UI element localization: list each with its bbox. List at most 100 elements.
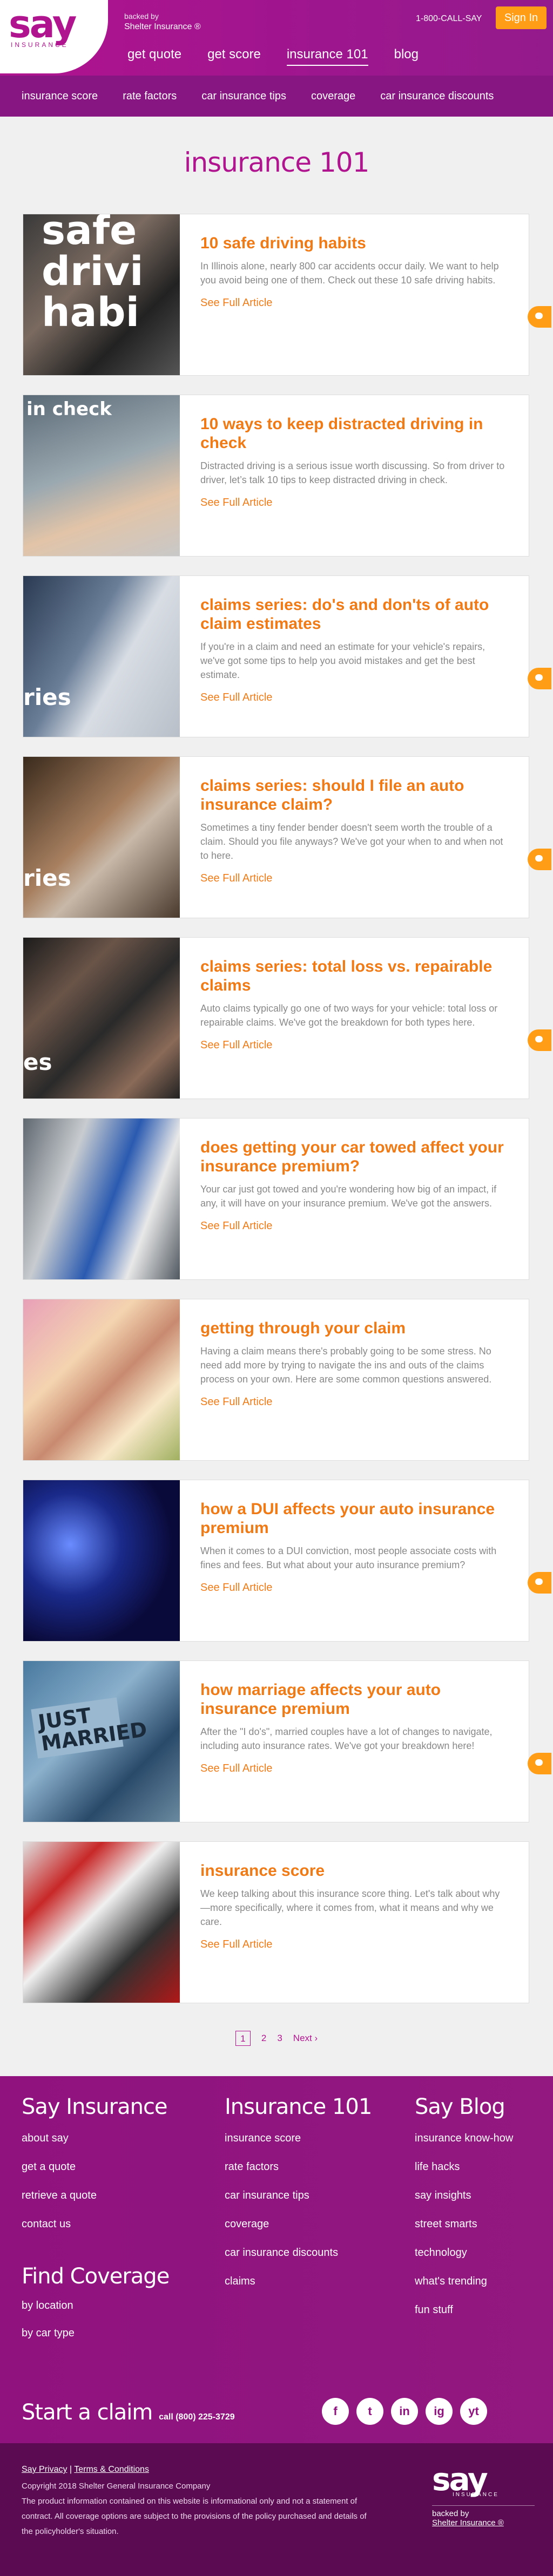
footer-link[interactable]: retrieve a quote bbox=[22, 2188, 167, 2202]
subnav-rate-factors[interactable]: rate factors bbox=[123, 90, 177, 103]
footer-link[interactable]: get a quote bbox=[22, 2160, 167, 2174]
page-1-link[interactable]: 1 bbox=[235, 2031, 251, 2046]
chat-icon[interactable] bbox=[528, 1572, 551, 1594]
claim-phone[interactable]: call (800) 225-3729 bbox=[159, 2412, 235, 2422]
article-card: ries claims series: should I file an aut… bbox=[23, 756, 551, 918]
article-title[interactable]: claims series: do's and don'ts of auto c… bbox=[200, 595, 507, 633]
footer-link[interactable]: say insights bbox=[415, 2188, 513, 2202]
footer-link[interactable]: coverage bbox=[225, 2217, 372, 2231]
page-3-link[interactable]: 3 bbox=[277, 2033, 282, 2044]
footer-link[interactable]: what's trending bbox=[415, 2274, 513, 2288]
footer-link[interactable]: by location bbox=[22, 2300, 169, 2312]
article-title[interactable]: claims series: total loss vs. repairable… bbox=[200, 957, 507, 995]
see-full-article-link[interactable]: See Full Article bbox=[200, 1039, 272, 1052]
subnav-car-insurance-discounts[interactable]: car insurance discounts bbox=[380, 90, 494, 103]
nav-insurance-101[interactable]: insurance 101 bbox=[286, 46, 368, 66]
article-thumbnail[interactable]: JUST MARRIED bbox=[23, 1661, 180, 1822]
chat-icon[interactable] bbox=[528, 668, 551, 689]
footer-link[interactable]: claims bbox=[225, 2274, 372, 2288]
start-claim: Start a claim call (800) 225-3729 bbox=[22, 2400, 235, 2425]
subnav-car-insurance-tips[interactable]: car insurance tips bbox=[201, 90, 286, 103]
footer-link[interactable]: life hacks bbox=[415, 2160, 513, 2174]
article-description: In Illinois alone, nearly 800 car accide… bbox=[200, 261, 499, 286]
thumbnail-text: safe drivi habi bbox=[42, 214, 144, 336]
nav-get-score[interactable]: get score bbox=[207, 46, 261, 66]
see-full-article-link[interactable]: See Full Article bbox=[200, 1396, 272, 1408]
say-logo[interactable]: say INSURANCE bbox=[0, 0, 108, 73]
article-list: safe drivi habi 10 safe driving habits I… bbox=[0, 214, 553, 2003]
article-title[interactable]: insurance score bbox=[200, 1861, 507, 1880]
article-description: Your car just got towed and you're wonde… bbox=[200, 1184, 497, 1209]
footer-link[interactable]: by car type bbox=[22, 2327, 169, 2340]
footer-col-title: Find Coverage bbox=[22, 2264, 170, 2289]
see-full-article-link[interactable]: See Full Article bbox=[200, 297, 272, 309]
legal-separator: | bbox=[69, 2465, 72, 2474]
article-title[interactable]: how a DUI affects your auto insurance pr… bbox=[200, 1500, 507, 1537]
article-title[interactable]: how marriage affects your auto insurance… bbox=[200, 1680, 507, 1718]
footer-logo-word: say bbox=[432, 2461, 488, 2498]
disclaimer: The product information contained on thi… bbox=[22, 2497, 367, 2536]
sign-in-button[interactable]: Sign In bbox=[496, 6, 547, 29]
footer-col-title: Say Blog bbox=[415, 2094, 505, 2119]
article-thumbnail[interactable]: safe drivi habi bbox=[23, 214, 180, 375]
footer-col-title: Say Insurance bbox=[22, 2094, 168, 2119]
footer-link[interactable]: technology bbox=[415, 2246, 513, 2260]
page-2-link[interactable]: 2 bbox=[261, 2033, 266, 2044]
nav-get-quote[interactable]: get quote bbox=[127, 46, 181, 66]
logo-sub: INSURANCE bbox=[11, 41, 69, 49]
footer-link[interactable]: insurance know-how bbox=[415, 2131, 513, 2145]
article-title[interactable]: claims series: should I file an auto ins… bbox=[200, 776, 507, 814]
article-title[interactable]: 10 ways to keep distracted driving in ch… bbox=[200, 415, 507, 452]
chat-icon[interactable] bbox=[528, 306, 551, 328]
see-full-article-link[interactable]: See Full Article bbox=[200, 872, 272, 885]
privacy-link[interactable]: Say Privacy bbox=[22, 2465, 67, 2474]
chat-icon[interactable] bbox=[528, 1029, 551, 1051]
footer-link[interactable]: about say bbox=[22, 2131, 167, 2145]
footer-link[interactable]: car insurance discounts bbox=[225, 2246, 372, 2260]
phone-link[interactable]: 1-800-CALL-SAY bbox=[416, 14, 482, 24]
twitter-icon[interactable]: t bbox=[356, 2398, 383, 2425]
nav-blog[interactable]: blog bbox=[394, 46, 419, 66]
article-title[interactable]: does getting your car towed affect your … bbox=[200, 1138, 507, 1176]
start-claim-link[interactable]: Start a claim bbox=[22, 2400, 153, 2425]
chat-icon[interactable] bbox=[528, 849, 551, 870]
article-description: After the "I do's", married couples have… bbox=[200, 1726, 493, 1751]
terms-link[interactable]: Terms & Conditions bbox=[74, 2465, 149, 2474]
see-full-article-link[interactable]: See Full Article bbox=[200, 497, 272, 509]
instagram-icon[interactable]: ig bbox=[426, 2398, 453, 2425]
footer-link[interactable]: rate factors bbox=[225, 2160, 372, 2174]
article-thumbnail[interactable]: ries bbox=[23, 757, 180, 918]
article-card: how a DUI affects your auto insurance pr… bbox=[23, 1480, 551, 1642]
subnav-insurance-score[interactable]: insurance score bbox=[22, 90, 98, 103]
footer-link[interactable]: contact us bbox=[22, 2217, 167, 2231]
logo-word: say bbox=[9, 2, 77, 46]
chat-icon[interactable] bbox=[528, 1753, 551, 1774]
youtube-icon[interactable]: yt bbox=[460, 2398, 487, 2425]
footer-link[interactable]: car insurance tips bbox=[225, 2188, 372, 2202]
article-title[interactable]: getting through your claim bbox=[200, 1319, 507, 1338]
footer-link[interactable]: street smarts bbox=[415, 2217, 513, 2231]
subnav-coverage[interactable]: coverage bbox=[311, 90, 355, 103]
see-full-article-link[interactable]: See Full Article bbox=[200, 692, 272, 704]
article-thumbnail[interactable]: in check bbox=[23, 395, 180, 556]
facebook-icon[interactable]: f bbox=[322, 2398, 349, 2425]
article-thumbnail[interactable] bbox=[23, 1480, 180, 1641]
article-thumbnail[interactable]: ries bbox=[23, 576, 180, 737]
article-thumbnail[interactable] bbox=[23, 1118, 180, 1279]
next-page-link[interactable]: Next › bbox=[293, 2033, 318, 2044]
footer-link[interactable]: insurance score bbox=[225, 2131, 372, 2145]
see-full-article-link[interactable]: See Full Article bbox=[200, 1938, 272, 1951]
article-title[interactable]: 10 safe driving habits bbox=[200, 234, 507, 253]
thumbnail-text: JUST MARRIED bbox=[31, 1697, 149, 1759]
article-description: Having a claim means there's probably go… bbox=[200, 1346, 492, 1385]
linkedin-icon[interactable]: in bbox=[391, 2398, 418, 2425]
see-full-article-link[interactable]: See Full Article bbox=[200, 1762, 272, 1775]
article-thumbnail[interactable] bbox=[23, 1299, 180, 1460]
footer-link[interactable]: fun stuff bbox=[415, 2303, 513, 2317]
article-thumbnail[interactable] bbox=[23, 1842, 180, 2003]
see-full-article-link[interactable]: See Full Article bbox=[200, 1582, 272, 1594]
shelter-insurance-link[interactable]: Shelter Insurance ® bbox=[432, 2518, 504, 2527]
site-footer: Say Insurance about say get a quote retr… bbox=[0, 2076, 553, 2443]
see-full-article-link[interactable]: See Full Article bbox=[200, 1220, 272, 1232]
article-thumbnail[interactable]: es bbox=[23, 938, 180, 1099]
